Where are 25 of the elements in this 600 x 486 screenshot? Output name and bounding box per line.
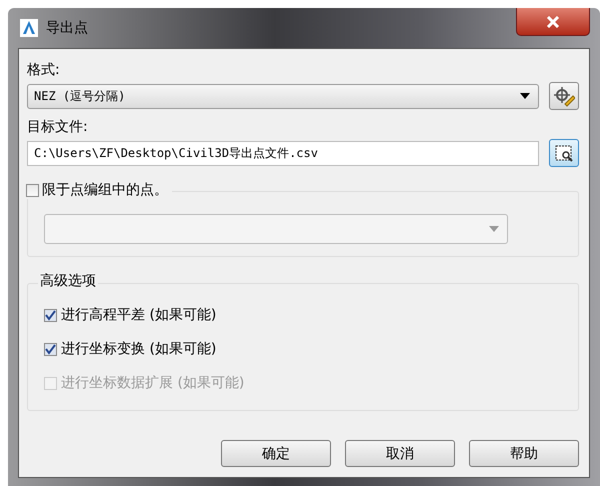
checkbox[interactable] (44, 308, 57, 322)
app-icon (20, 19, 38, 37)
target-pencil-icon (553, 85, 575, 107)
group-title: 高级选项 (38, 272, 98, 290)
target-file-label: 目标文件: (27, 118, 89, 136)
edit-format-button[interactable] (549, 82, 579, 110)
window-title: 导出点 (46, 19, 88, 37)
checkbox-label: 限于点编组中的点。 (42, 181, 168, 199)
checkbox-label: 进行高程平差 (如果可能) (61, 306, 216, 324)
checkbox[interactable] (44, 342, 57, 356)
file-path-field[interactable]: C:\Users\ZF\Desktop\Civil3D导出点文件.csv (27, 140, 539, 166)
checkbox-label: 进行坐标数据扩展 (如果可能) (61, 374, 244, 392)
dropdown-arrow-icon (489, 226, 499, 232)
dialog-button[interactable]: 确定 (221, 440, 331, 467)
checkbox[interactable] (26, 184, 39, 196)
close-icon (546, 16, 560, 28)
browse-button[interactable] (549, 139, 579, 167)
dropdown-arrow-icon (520, 93, 530, 99)
folder-search-icon (554, 143, 574, 163)
close-button[interactable] (516, 8, 590, 36)
format-dropdown[interactable]: NEZ (逗号分隔) (27, 84, 539, 108)
checkbox-label: 进行坐标变换 (如果可能) (61, 340, 216, 358)
format-label: 格式: (27, 61, 61, 79)
dialog-button[interactable]: 取消 (345, 440, 455, 467)
dialog-button[interactable]: 帮助 (469, 440, 579, 467)
